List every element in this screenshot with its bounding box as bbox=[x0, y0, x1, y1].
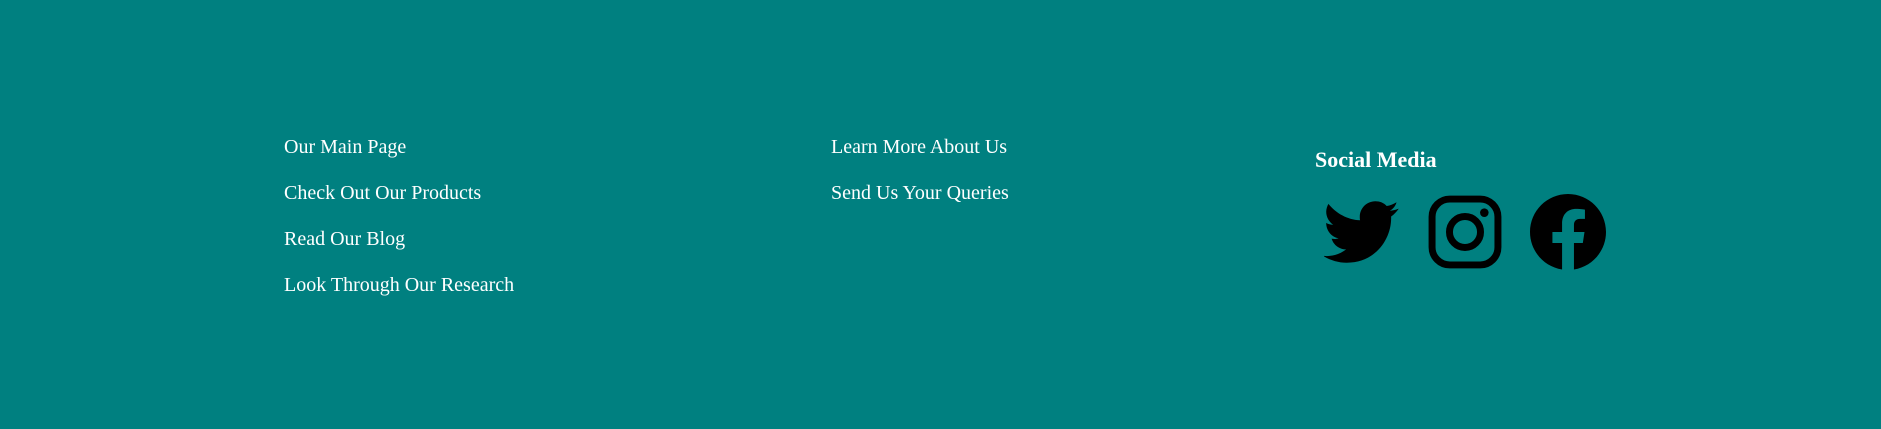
footer-link-blog[interactable]: Read Our Blog bbox=[284, 225, 514, 253]
footer-link-research[interactable]: Look Through Our Research bbox=[284, 271, 514, 299]
social-icons-row bbox=[1324, 194, 1606, 270]
twitter-icon[interactable] bbox=[1324, 194, 1400, 270]
social-media-title: Social Media bbox=[1315, 147, 1437, 172]
footer-link-products[interactable]: Check Out Our Products bbox=[284, 179, 514, 207]
footer-link-about-us[interactable]: Learn More About Us bbox=[831, 133, 1009, 161]
footer-links-column-about: Learn More About Us Send Us Your Queries bbox=[831, 133, 1009, 225]
facebook-icon[interactable] bbox=[1530, 194, 1606, 270]
social-media-section: Social Media bbox=[1315, 146, 1606, 270]
footer-links-column-main: Our Main Page Check Out Our Products Rea… bbox=[284, 133, 514, 317]
site-footer: Our Main Page Check Out Our Products Rea… bbox=[0, 0, 1881, 429]
instagram-icon[interactable] bbox=[1427, 194, 1503, 270]
footer-link-queries[interactable]: Send Us Your Queries bbox=[831, 179, 1009, 207]
footer-link-main-page[interactable]: Our Main Page bbox=[284, 133, 514, 161]
